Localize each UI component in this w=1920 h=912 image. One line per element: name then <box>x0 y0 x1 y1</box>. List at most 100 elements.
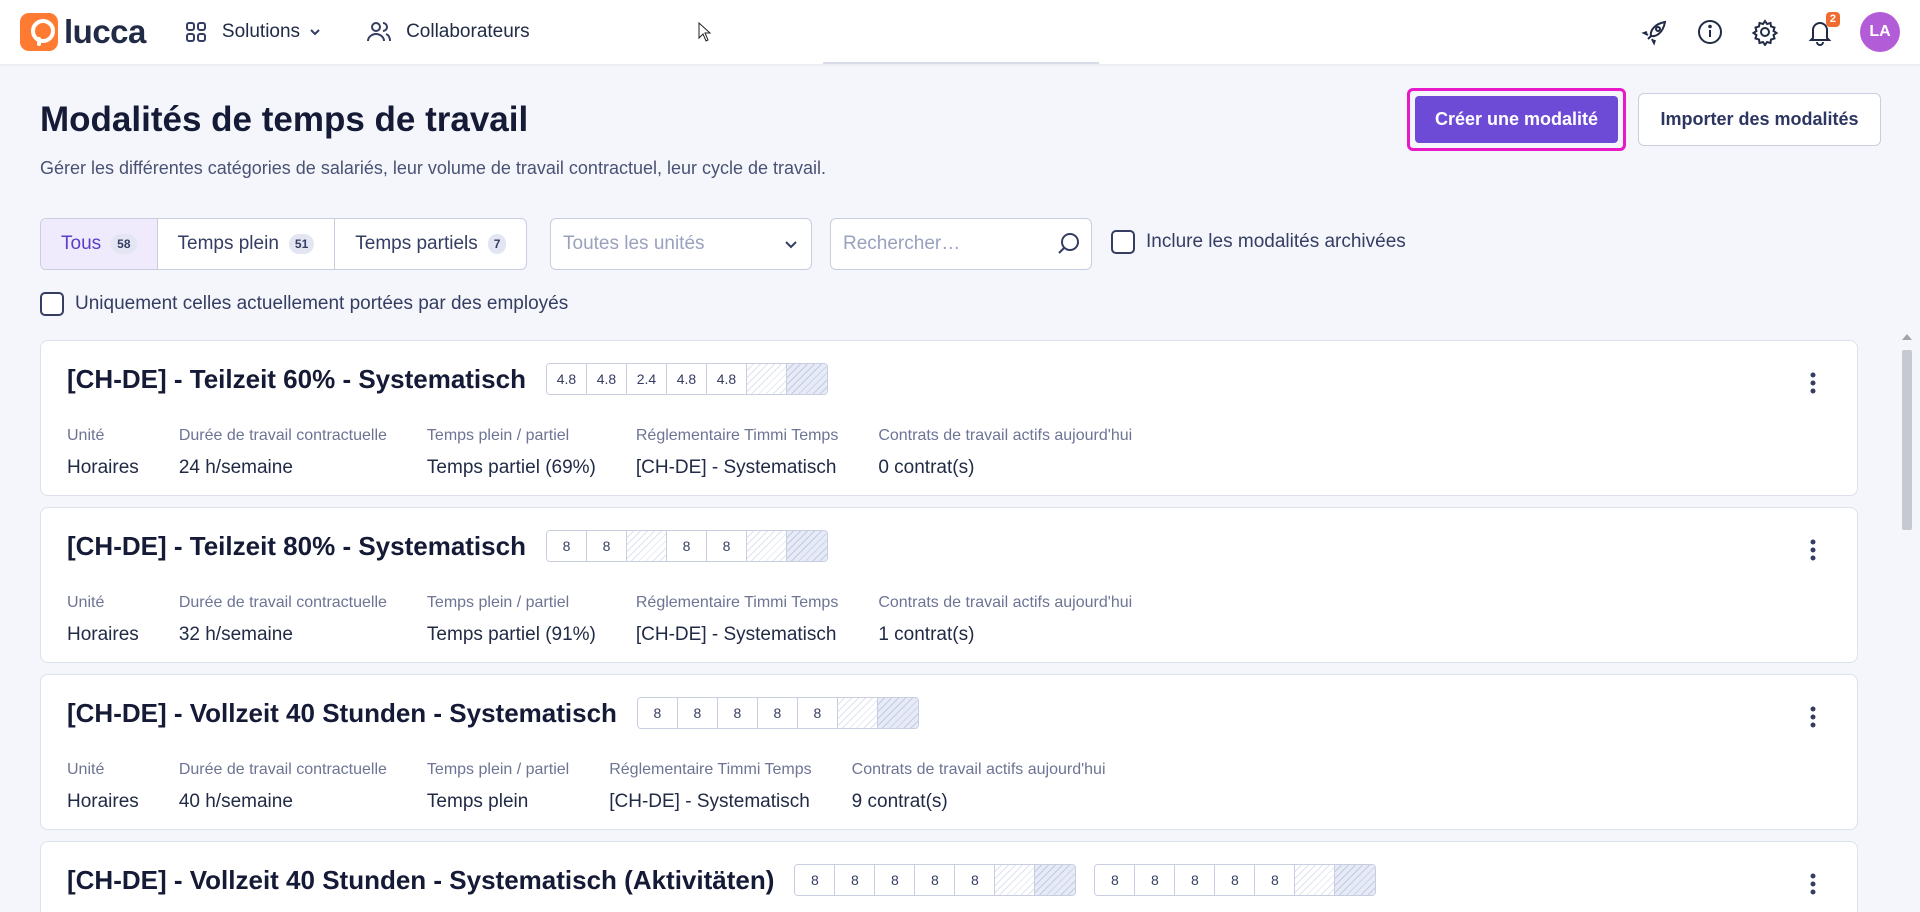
meta-label: Temps plein / partiel <box>426 427 570 444</box>
meta-value: 40 h/semaine <box>178 791 293 812</box>
search-icon[interactable] <box>1055 231 1081 257</box>
day-cell: 8 <box>875 865 916 895</box>
create-modality-label: Créer une modalité <box>1415 96 1618 143</box>
include-archived-filter[interactable]: Inclure les modalités archivées <box>1111 230 1406 254</box>
meta-value: 1 contrat(s) <box>878 624 975 645</box>
settings-button[interactable] <box>1745 12 1785 52</box>
scroll-thumb[interactable] <box>1902 350 1912 530</box>
meta-duration: Durée de travail contractuelle 32 h/sema… <box>179 594 387 646</box>
meta-unit: Unité Horaires <box>67 427 139 479</box>
chevron-down-icon <box>785 241 797 249</box>
meta-regulation: Réglementaire Timmi Temps [CH-DE] - Syst… <box>636 594 838 646</box>
week-pattern: 4.8 4.8 2.4 4.8 4.8 <box>545 363 828 395</box>
meta-label: Réglementaire Timmi Temps <box>609 761 812 778</box>
day-cell-off <box>746 364 787 394</box>
day-cell: 4.8 <box>706 364 747 394</box>
card-title-row: [CH-DE] - Teilzeit 80% - Systematisch 8 … <box>67 530 828 562</box>
day-cell: 8 <box>717 698 758 728</box>
meta-contracts: Contrats de travail actifs aujourd'hui 9… <box>852 761 1106 813</box>
day-cell: 8 <box>1215 865 1256 895</box>
day-cell: 8 <box>797 698 838 728</box>
meta-label: Unité <box>67 427 105 444</box>
day-cell-off <box>626 531 667 561</box>
meta-value: 24 h/semaine <box>178 457 293 478</box>
more-options-icon[interactable] <box>1809 872 1817 896</box>
meta-unit: Unité Horaires <box>67 761 139 813</box>
import-modalities-button[interactable]: Importer des modalités <box>1638 93 1881 146</box>
chevron-down-icon <box>310 29 320 36</box>
modality-card[interactable]: [CH-DE] - Teilzeit 80% - Systematisch 8 … <box>40 507 1858 663</box>
week-pattern: 8 8 8 8 8 <box>1094 864 1377 896</box>
create-modality-button[interactable]: Créer une modalité <box>1407 88 1626 151</box>
lucca-logo-icon <box>20 13 58 51</box>
rocket-button[interactable] <box>1635 12 1675 52</box>
only-current-checkbox[interactable] <box>40 292 64 316</box>
meta-regulation: Réglementaire Timmi Temps [CH-DE] - Syst… <box>636 427 838 479</box>
search-input[interactable] <box>843 233 1043 255</box>
nav-solutions[interactable]: Solutions <box>184 20 322 44</box>
scrollbar[interactable] <box>1900 334 1914 912</box>
day-cell-off <box>837 698 878 728</box>
card-title: [CH-DE] - Vollzeit 40 Stunden - Systemat… <box>67 697 617 728</box>
rocket-icon <box>1641 20 1667 46</box>
day-cell: 8 <box>915 865 956 895</box>
tab-temps-plein-label: Temps plein <box>177 233 279 254</box>
meta-duration: Durée de travail contractuelle 24 h/sema… <box>179 427 387 479</box>
lucca-logo[interactable]: lucca <box>20 13 146 51</box>
units-select[interactable]: Toutes les unités <box>550 218 812 270</box>
week-pattern: 8 8 8 8 <box>545 530 828 562</box>
meta-contracts: Contrats de travail actifs aujourd'hui 1… <box>878 594 1132 646</box>
tab-temps-partiels[interactable]: Temps partiels 7 <box>335 219 526 269</box>
nav-collaborateurs[interactable]: Collaborateurs <box>366 20 530 44</box>
nav-solutions-label: Solutions <box>221 21 301 42</box>
notification-badge: 2 <box>1825 12 1840 27</box>
card-title-row: [CH-DE] - Teilzeit 60% - Systematisch 4.… <box>67 363 828 395</box>
day-cell: 4.8 <box>666 364 707 394</box>
type-filter-segments: Tous 58 Temps plein 51 Temps partiels 7 <box>40 218 528 270</box>
card-title-row: [CH-DE] - Vollzeit 40 Stunden - Systemat… <box>67 864 1377 896</box>
day-cell-off <box>995 865 1036 895</box>
more-options-icon[interactable] <box>1809 538 1817 562</box>
modality-card[interactable]: [CH-DE] - Vollzeit 40 Stunden - Systemat… <box>40 674 1858 830</box>
modality-card[interactable]: [CH-DE] - Teilzeit 60% - Systematisch 4.… <box>40 340 1858 496</box>
week-pattern: 8 8 8 8 8 <box>794 864 1077 896</box>
day-cell: 8 <box>955 865 996 895</box>
day-cell: 8 <box>835 865 876 895</box>
include-archived-checkbox[interactable] <box>1111 230 1135 254</box>
tab-tous[interactable]: Tous 58 <box>41 219 158 269</box>
avatar[interactable]: LA <box>1860 12 1900 52</box>
info-button[interactable] <box>1690 12 1730 52</box>
scroll-up-arrow-icon[interactable] <box>1902 334 1912 340</box>
modality-card[interactable]: [CH-DE] - Vollzeit 40 Stunden - Systemat… <box>40 841 1858 912</box>
meta-label: Unité <box>67 594 105 611</box>
tab-temps-partiels-count: 7 <box>487 234 507 254</box>
meta-value: 32 h/semaine <box>178 624 293 645</box>
meta-fulltime: Temps plein / partiel Temps partiel (91%… <box>427 594 596 646</box>
day-cell-weekend <box>786 531 827 561</box>
day-cell: 8 <box>757 698 798 728</box>
day-cell: 8 <box>1255 865 1296 895</box>
more-options-icon[interactable] <box>1809 371 1817 395</box>
meta-label: Temps plein / partiel <box>426 761 570 778</box>
only-current-filter[interactable]: Uniquement celles actuellement portées p… <box>40 292 568 316</box>
notifications-button[interactable]: 2 <box>1800 12 1840 52</box>
day-cell: 8 <box>677 698 718 728</box>
week-pattern: 8 8 8 8 8 <box>636 697 919 729</box>
tab-tous-count: 58 <box>111 234 137 254</box>
meta-value: 9 contrat(s) <box>851 791 948 812</box>
more-options-icon[interactable] <box>1809 705 1817 729</box>
card-meta: Unité Horaires Durée de travail contract… <box>67 594 1172 646</box>
info-icon <box>1698 20 1722 44</box>
day-cell: 8 <box>1175 865 1216 895</box>
meta-label: Contrats de travail actifs aujourd'hui <box>878 594 1133 611</box>
meta-value: Temps partiel (69%) <box>426 457 596 478</box>
meta-value: Horaires <box>67 624 139 645</box>
meta-value: [CH-DE] - Systematisch <box>635 457 837 478</box>
meta-value: Temps plein <box>426 791 529 812</box>
meta-label: Réglementaire Timmi Temps <box>635 594 839 611</box>
day-cell: 2.4 <box>626 364 667 394</box>
users-icon <box>367 22 392 42</box>
tab-temps-plein[interactable]: Temps plein 51 <box>158 219 336 269</box>
card-meta: Unité Horaires Durée de travail contract… <box>67 761 1146 813</box>
gear-icon <box>1751 19 1779 46</box>
